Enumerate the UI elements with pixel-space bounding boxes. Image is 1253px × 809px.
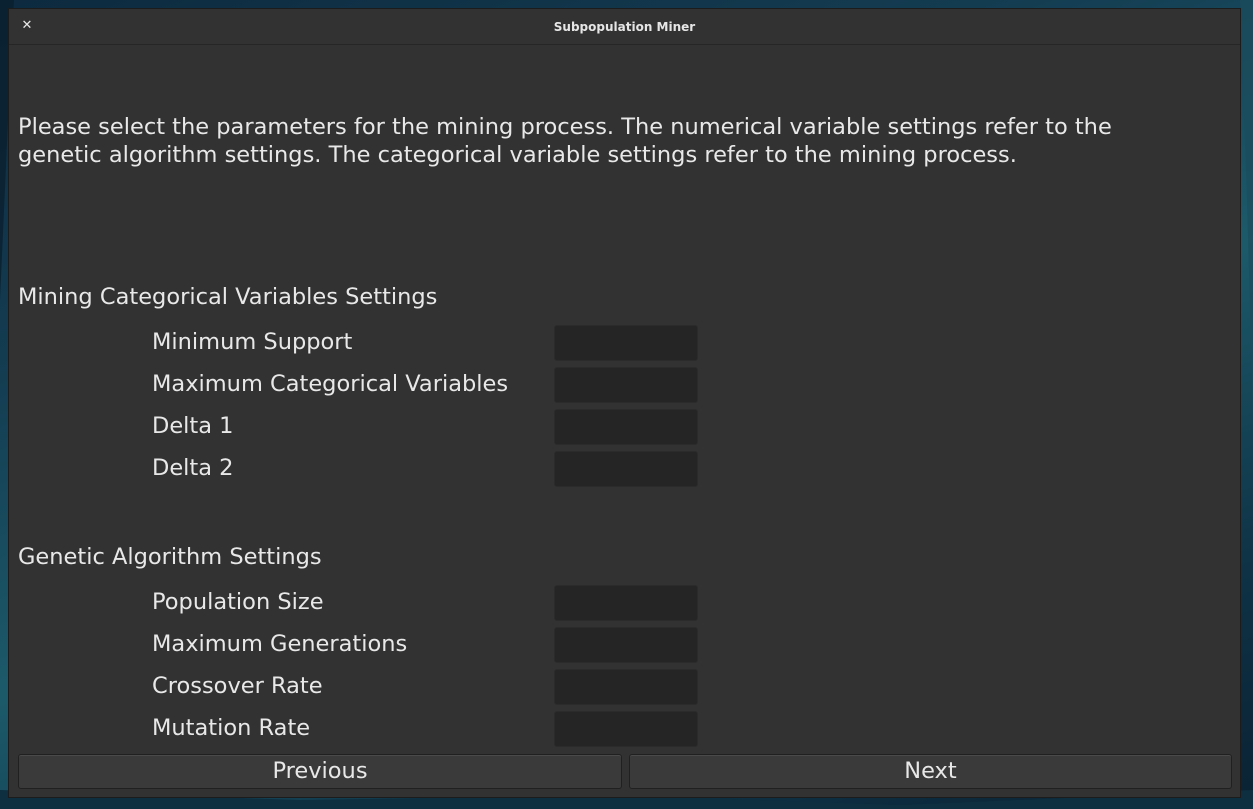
population-size-label: Population Size bbox=[152, 589, 324, 615]
mutation-rate-label: Mutation Rate bbox=[152, 715, 311, 741]
maximum-generations-input[interactable] bbox=[554, 627, 698, 663]
maximum-categorical-variables-label: Maximum Categorical Variables bbox=[152, 371, 509, 397]
maximum-categorical-variables-row: Maximum Categorical Variables bbox=[152, 367, 712, 403]
population-size-input[interactable] bbox=[554, 585, 698, 621]
minimum-support-row: Minimum Support bbox=[152, 325, 712, 361]
delta-2-row: Delta 2 bbox=[152, 451, 712, 487]
minimum-support-input[interactable] bbox=[554, 325, 698, 361]
delta-2-label: Delta 2 bbox=[152, 455, 234, 481]
population-size-row: Population Size bbox=[152, 585, 712, 621]
delta-1-row: Delta 1 bbox=[152, 409, 712, 445]
maximum-categorical-variables-input[interactable] bbox=[554, 367, 698, 403]
crossover-rate-label: Crossover Rate bbox=[152, 673, 323, 699]
instructions-line-1: Please select the parameters for the min… bbox=[18, 114, 1112, 140]
instructions-text: Please select the parameters for the min… bbox=[18, 113, 1218, 169]
mutation-rate-input[interactable] bbox=[554, 711, 698, 747]
delta-1-label: Delta 1 bbox=[152, 413, 234, 439]
minimum-support-label: Minimum Support bbox=[152, 329, 353, 355]
window-title: Subpopulation Miner bbox=[553, 20, 696, 34]
next-button[interactable]: Next bbox=[629, 754, 1232, 789]
maximum-generations-row: Maximum Generations bbox=[152, 627, 712, 663]
genetic-settings-heading: Genetic Algorithm Settings bbox=[18, 544, 322, 570]
instructions-line-2: genetic algorithm settings. The categori… bbox=[18, 142, 1017, 168]
previous-button[interactable]: Previous bbox=[18, 754, 622, 789]
title-bar: ✕ Subpopulation Miner bbox=[9, 9, 1240, 45]
delta-2-input[interactable] bbox=[554, 451, 698, 487]
main-window: ✕ Subpopulation Miner Please select the … bbox=[8, 8, 1241, 798]
categorical-settings-heading: Mining Categorical Variables Settings bbox=[18, 284, 438, 310]
crossover-rate-row: Crossover Rate bbox=[152, 669, 712, 705]
delta-1-input[interactable] bbox=[554, 409, 698, 445]
maximum-generations-label: Maximum Generations bbox=[152, 631, 408, 657]
crossover-rate-input[interactable] bbox=[554, 669, 698, 705]
mutation-rate-row: Mutation Rate bbox=[152, 711, 712, 747]
